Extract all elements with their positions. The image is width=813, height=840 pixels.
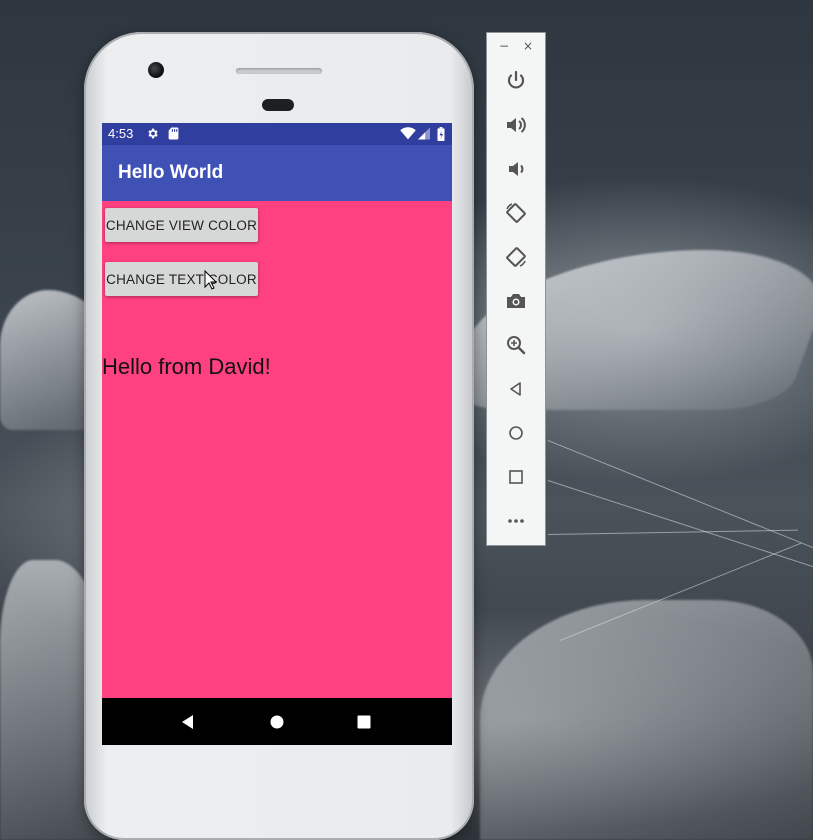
rotate-left-icon[interactable] <box>504 201 528 225</box>
mouse-cursor-icon <box>204 270 218 290</box>
background-wire <box>547 440 813 554</box>
back-icon[interactable] <box>178 712 198 732</box>
volume-up-icon[interactable] <box>504 113 528 137</box>
home-icon[interactable] <box>267 712 287 732</box>
power-icon[interactable] <box>504 69 528 93</box>
main-content: CHANGE VIEW COLOR CHANGE TEXT COLOR Hell… <box>102 201 452 698</box>
zoom-icon[interactable] <box>504 333 528 357</box>
desktop-background: 4:53 Hello World CHANGE VIEW COLOR CHANG… <box>0 0 813 840</box>
phone-screen: 4:53 Hello World CHANGE VIEW COLOR CHANG… <box>102 123 452 745</box>
navigation-bar <box>102 698 452 745</box>
back-icon[interactable] <box>504 377 528 401</box>
phone-frame: 4:53 Hello World CHANGE VIEW COLOR CHANG… <box>84 32 474 840</box>
rotate-right-icon[interactable] <box>504 245 528 269</box>
background-wire <box>548 529 798 535</box>
status-bar: 4:53 <box>102 123 452 145</box>
signal-icon <box>418 127 430 140</box>
background-mountain <box>480 600 813 840</box>
volume-down-icon[interactable] <box>504 157 528 181</box>
front-camera <box>148 62 164 78</box>
home-icon[interactable] <box>504 421 528 445</box>
camera-icon[interactable] <box>504 289 528 313</box>
wifi-icon <box>400 127 416 140</box>
gear-icon <box>148 128 158 139</box>
app-bar: Hello World <box>102 145 452 201</box>
proximity-sensor <box>262 99 294 111</box>
earpiece-speaker <box>236 68 322 74</box>
emulator-toolbar: − × <box>486 32 546 546</box>
change-view-color-button[interactable]: CHANGE VIEW COLOR <box>105 208 258 242</box>
more-icon[interactable] <box>504 509 528 533</box>
sd-card-icon <box>168 127 179 140</box>
status-time: 4:53 <box>108 126 134 141</box>
minimize-button[interactable]: − <box>499 39 509 53</box>
recents-icon[interactable] <box>354 712 374 732</box>
overview-icon[interactable] <box>504 465 528 489</box>
change-text-color-button[interactable]: CHANGE TEXT COLOR <box>105 262 258 296</box>
close-button[interactable]: × <box>523 39 533 53</box>
hello-message: Hello from David! <box>102 354 271 379</box>
battery-icon <box>437 127 445 141</box>
app-title: Hello World <box>118 162 224 183</box>
